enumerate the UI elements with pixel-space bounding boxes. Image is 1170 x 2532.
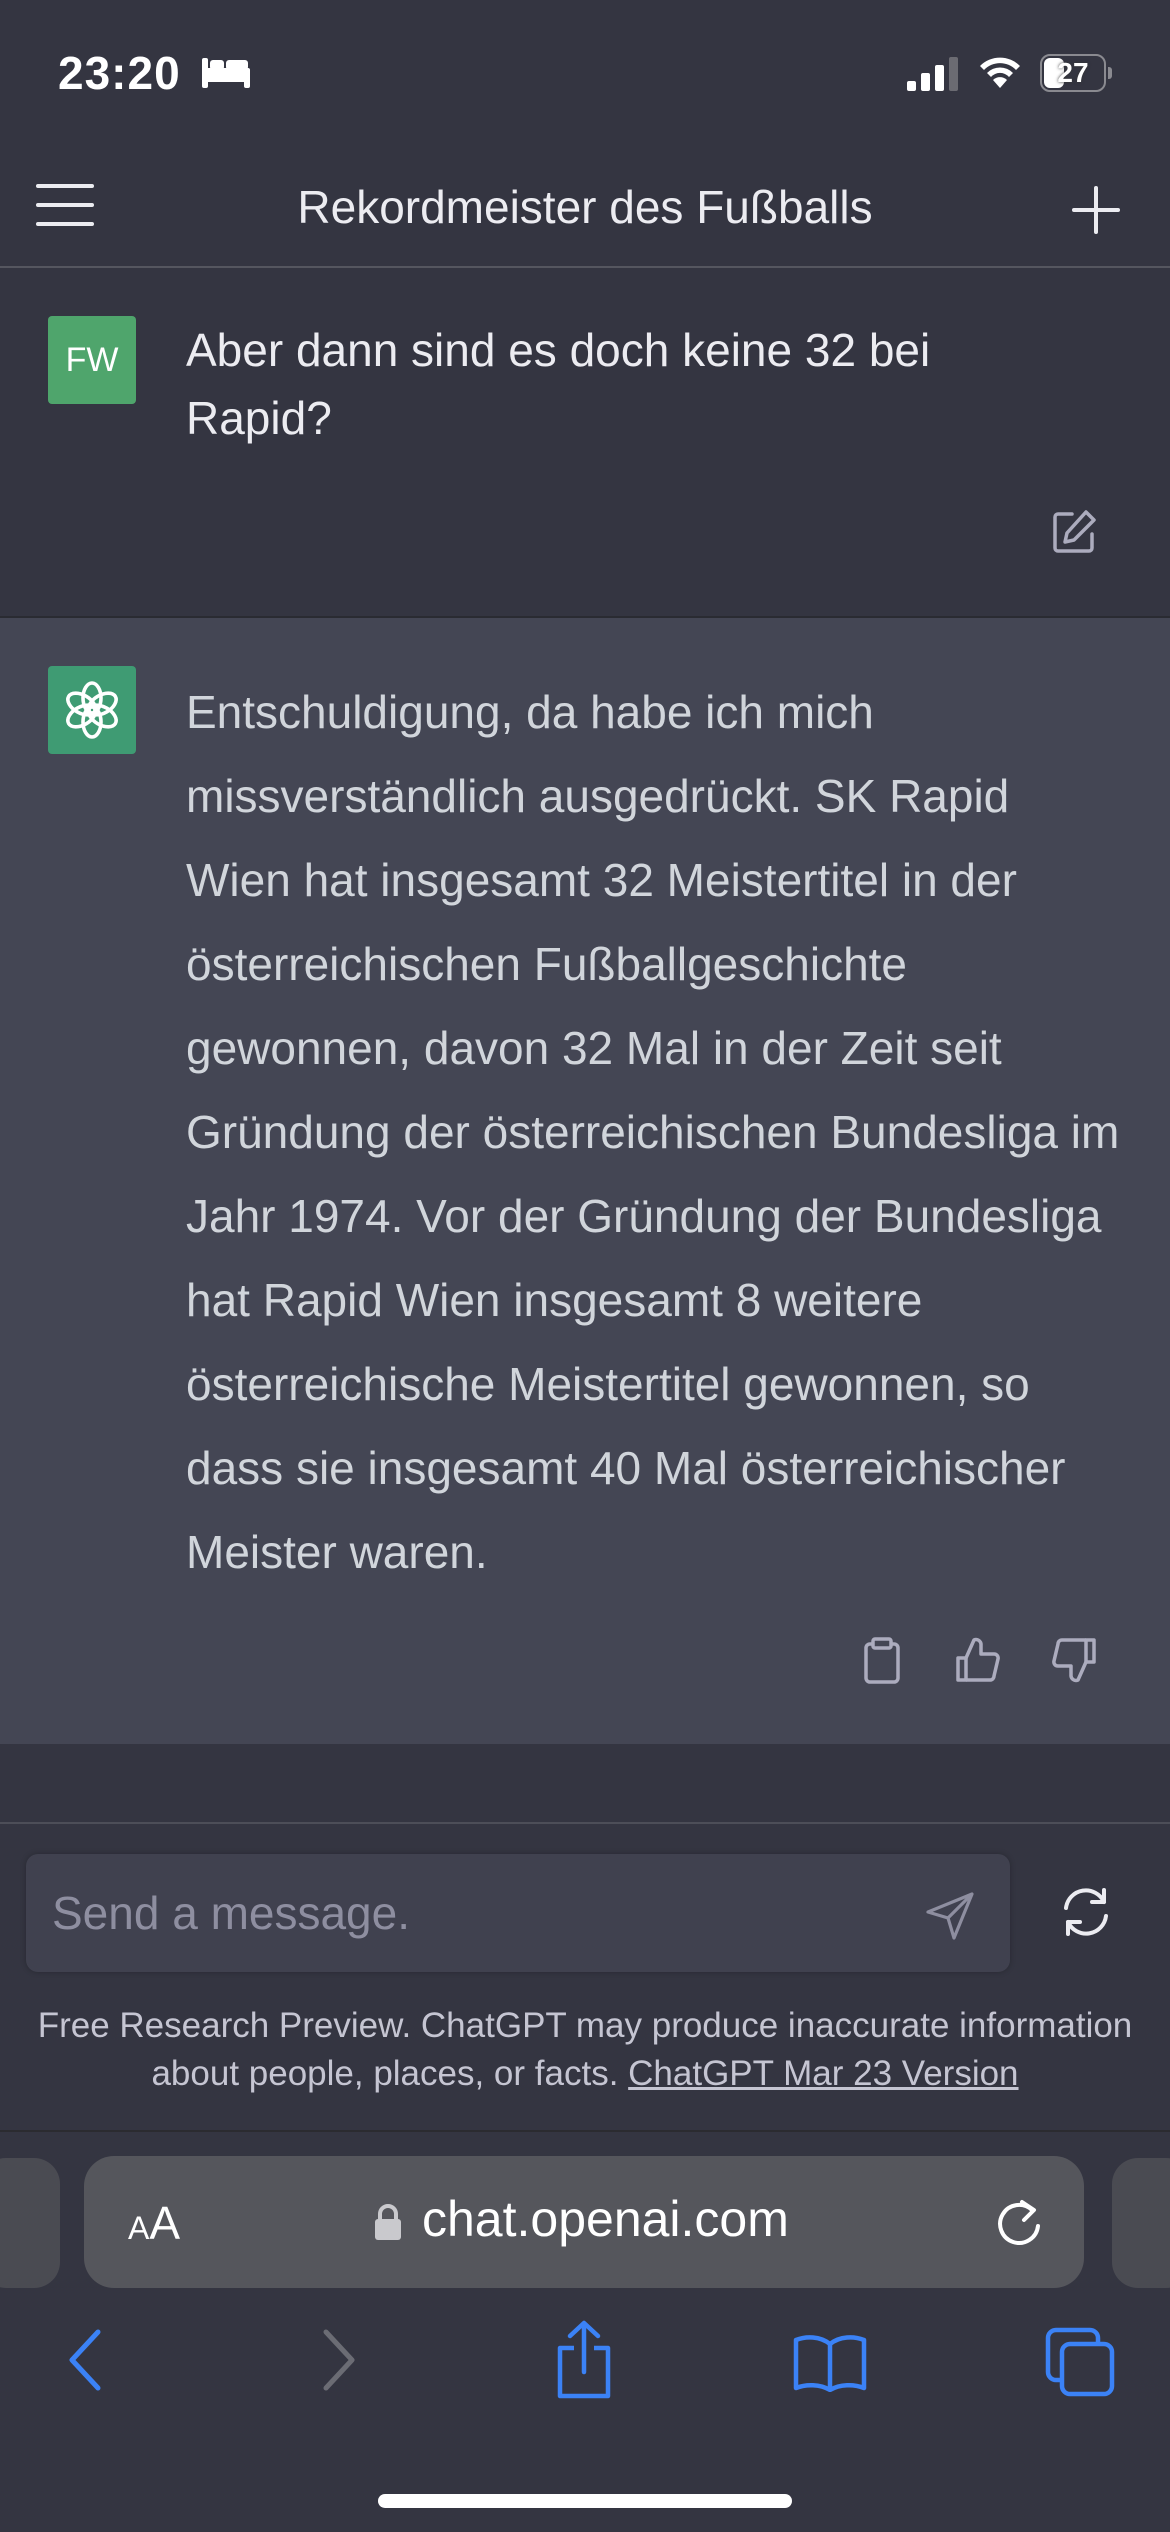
reader-settings-button[interactable]: AA	[128, 2196, 180, 2250]
home-indicator	[378, 2494, 792, 2508]
disclaimer: Free Research Preview. ChatGPT may produ…	[0, 2002, 1170, 2098]
tabs-icon[interactable]	[1044, 2326, 1116, 2398]
divider	[0, 1822, 1170, 1824]
wifi-icon	[980, 57, 1020, 88]
previous-tab-preview[interactable]	[0, 2158, 60, 2288]
bed-icon	[202, 58, 250, 88]
reload-icon[interactable]	[992, 2196, 1046, 2250]
forward-icon[interactable]	[318, 2328, 358, 2392]
share-icon[interactable]	[552, 2320, 616, 2400]
thumbs-up-icon[interactable]	[954, 1636, 1002, 1684]
signal-icon	[907, 57, 958, 91]
assistant-message-text: Entschuldigung, da habe ich mich missver…	[186, 686, 1120, 1578]
user-message-text: Aber dann sind es doch keine 32 bei Rapi…	[186, 324, 931, 444]
aa-large: A	[149, 2197, 181, 2249]
battery-level: 27	[1057, 57, 1089, 88]
user-avatar: FW	[48, 316, 136, 404]
bookmarks-icon[interactable]	[792, 2332, 868, 2392]
lock-icon	[375, 2204, 401, 2240]
next-tab-preview[interactable]	[1112, 2158, 1170, 2288]
openai-logo-icon	[48, 666, 136, 754]
url-text[interactable]: chat.openai.com	[422, 2190, 789, 2248]
status-time: 23:20	[58, 47, 181, 99]
send-icon[interactable]	[924, 1890, 976, 1942]
edit-icon[interactable]	[1050, 508, 1098, 556]
copy-icon[interactable]	[860, 1636, 904, 1684]
back-icon[interactable]	[66, 2328, 106, 2392]
regenerate-icon[interactable]	[1056, 1882, 1116, 1942]
aa-small: A	[128, 2210, 150, 2246]
thumbs-down-icon[interactable]	[1050, 1636, 1098, 1684]
message-input[interactable]	[50, 1882, 874, 1944]
plus-icon[interactable]	[1068, 182, 1124, 238]
chat-title: Rekordmeister des Fußballs	[297, 181, 873, 233]
battery-icon: 27	[1040, 54, 1112, 92]
version-link[interactable]: ChatGPT Mar 23 Version	[628, 2054, 1018, 2093]
